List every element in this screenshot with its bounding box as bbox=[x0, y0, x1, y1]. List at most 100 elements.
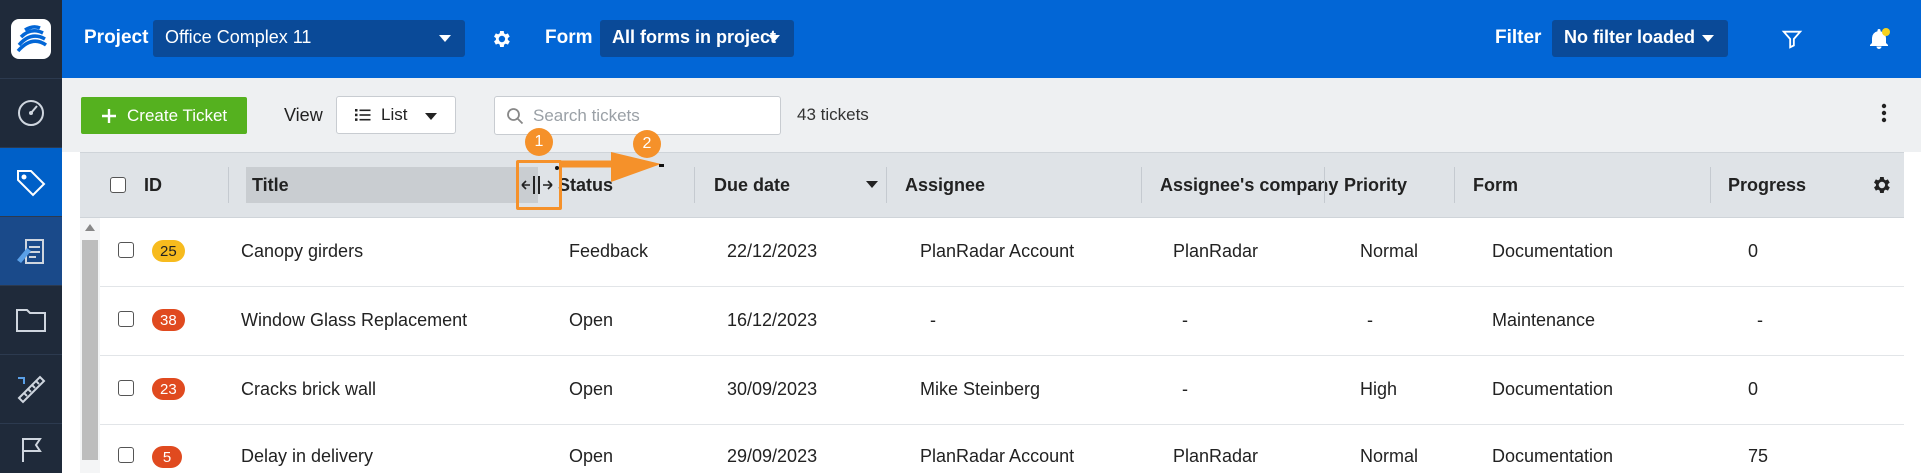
ticket-progress: 0 bbox=[1748, 241, 1759, 261]
form-select-value: All forms in project bbox=[612, 27, 777, 47]
filter-select[interactable]: No filter loaded bbox=[1552, 20, 1728, 57]
gear-icon bbox=[1874, 177, 1890, 193]
search-input[interactable] bbox=[533, 105, 773, 127]
ticket-toolbar: Create Ticket View List 43 tickets bbox=[62, 78, 1921, 152]
ticket-due-date: 16/12/2023 bbox=[727, 310, 818, 330]
form-select[interactable]: All forms in project bbox=[600, 20, 794, 57]
ticket-company: - bbox=[1182, 379, 1188, 399]
ticket-id-badge: 5 bbox=[152, 446, 182, 468]
ticket-id-badge: 38 bbox=[152, 309, 185, 331]
column-header-assignee[interactable]: Assignee bbox=[905, 153, 985, 217]
ticket-form: Maintenance bbox=[1492, 310, 1596, 330]
ticket-form: Documentation bbox=[1492, 379, 1614, 399]
table-row[interactable]: 38 Window Glass Replacement Open 16/12/2… bbox=[100, 287, 1904, 356]
chevron-down-icon bbox=[425, 113, 437, 120]
gear-icon bbox=[494, 31, 510, 47]
column-header-priority[interactable]: Priority bbox=[1344, 153, 1407, 217]
column-separator[interactable] bbox=[1141, 167, 1142, 203]
ticket-due-date: 29/09/2023 bbox=[727, 446, 818, 466]
column-header-id[interactable]: ID bbox=[144, 153, 162, 217]
table-row[interactable]: 23 Cracks brick wall Open 30/09/2023 Mik… bbox=[100, 356, 1904, 425]
row-checkbox[interactable] bbox=[118, 242, 134, 263]
view-label: View bbox=[284, 105, 323, 125]
sidebar-item-forms[interactable] bbox=[0, 216, 62, 285]
project-select[interactable]: Office Complex 11 bbox=[153, 20, 465, 57]
create-ticket-label: Create Ticket bbox=[127, 105, 228, 125]
ticket-title[interactable]: Delay in delivery bbox=[241, 446, 373, 467]
title-column-highlight bbox=[246, 167, 538, 203]
ticket-id-badge: 23 bbox=[152, 378, 185, 400]
create-ticket-button[interactable]: Create Ticket bbox=[81, 97, 247, 134]
column-header-title[interactable]: Title bbox=[252, 153, 289, 217]
ticket-form: Documentation bbox=[1492, 241, 1614, 261]
plus-icon bbox=[102, 108, 116, 123]
filter-label: Filter bbox=[1495, 27, 1542, 48]
view-select-value: List bbox=[381, 105, 408, 124]
filter-select-value: No filter loaded bbox=[1564, 27, 1696, 47]
column-separator[interactable] bbox=[694, 167, 695, 203]
chevron-down-icon bbox=[439, 35, 451, 42]
sidebar-item-dashboard[interactable] bbox=[0, 78, 62, 147]
project-settings-button[interactable] bbox=[488, 26, 514, 52]
ticket-progress: 75 bbox=[1748, 446, 1769, 466]
sort-descending-button[interactable] bbox=[866, 153, 878, 217]
bell-icon bbox=[1870, 28, 1890, 49]
column-separator[interactable] bbox=[1324, 167, 1325, 203]
column-separator[interactable] bbox=[1454, 167, 1455, 203]
column-separator[interactable] bbox=[1710, 167, 1711, 203]
table-row[interactable]: 5 Delay in delivery Open 29/09/2023 Plan… bbox=[100, 425, 1904, 473]
checkbox[interactable] bbox=[110, 177, 126, 193]
logo-icon bbox=[11, 19, 51, 59]
column-header-form[interactable]: Form bbox=[1473, 153, 1518, 217]
ticket-id-badge: 25 bbox=[152, 240, 185, 262]
kebab-menu-icon bbox=[1881, 103, 1887, 123]
notifications-button[interactable] bbox=[1866, 26, 1892, 52]
sidebar-item-plans[interactable] bbox=[0, 354, 62, 423]
column-header-due-date[interactable]: Due date bbox=[714, 153, 790, 217]
sidebar-item-documents[interactable] bbox=[0, 285, 62, 354]
ticket-form: Documentation bbox=[1492, 446, 1614, 466]
ticket-title[interactable]: Canopy girders bbox=[241, 241, 363, 262]
sidebar-item-milestones[interactable] bbox=[0, 423, 62, 473]
chevron-down-icon bbox=[1702, 35, 1714, 42]
ticket-assignee: - bbox=[930, 310, 936, 330]
column-header-assignees-company[interactable]: Assignee's company bbox=[1160, 153, 1338, 217]
dashboard-icon bbox=[18, 100, 44, 126]
select-all-checkbox[interactable] bbox=[110, 153, 126, 217]
column-header-progress[interactable]: Progress bbox=[1728, 153, 1806, 217]
row-checkbox[interactable] bbox=[118, 380, 134, 401]
ticket-title[interactable]: Window Glass Replacement bbox=[241, 310, 467, 331]
sidebar-item-tickets[interactable] bbox=[0, 147, 62, 216]
ticket-status: Open bbox=[569, 446, 614, 466]
ticket-status: Open bbox=[569, 379, 614, 399]
column-separator[interactable] bbox=[886, 167, 887, 203]
scrollbar-thumb[interactable] bbox=[82, 240, 98, 460]
ticket-company: - bbox=[1182, 310, 1188, 330]
tickets-icon bbox=[17, 170, 46, 197]
ticket-due-date: 22/12/2023 bbox=[727, 241, 818, 261]
view-select[interactable]: List bbox=[336, 96, 456, 134]
drag-arrow bbox=[555, 152, 664, 182]
table-row[interactable]: 25 Canopy girders Feedback 22/12/2023 Pl… bbox=[100, 218, 1904, 287]
column-separator[interactable] bbox=[228, 167, 229, 203]
filter-funnel-icon bbox=[1781, 30, 1803, 49]
row-checkbox[interactable] bbox=[118, 447, 134, 468]
forms-icon bbox=[17, 239, 44, 264]
search-icon bbox=[507, 108, 524, 125]
ticket-title[interactable]: Cracks brick wall bbox=[241, 379, 376, 400]
table-scrollbar[interactable] bbox=[80, 218, 100, 473]
ticket-priority: High bbox=[1360, 379, 1398, 399]
column-settings-button[interactable] bbox=[1870, 153, 1892, 217]
ticket-assignee: Mike Steinberg bbox=[920, 379, 1041, 399]
filter-button[interactable] bbox=[1779, 26, 1805, 52]
ticket-count: 43 tickets bbox=[797, 105, 869, 124]
ticket-priority: Normal bbox=[1360, 446, 1419, 466]
scroll-up-icon[interactable] bbox=[85, 224, 95, 231]
row-checkbox[interactable] bbox=[118, 311, 134, 332]
more-options-button[interactable] bbox=[1881, 102, 1887, 129]
list-icon bbox=[355, 109, 371, 121]
ticket-table: 25 Canopy girders Feedback 22/12/2023 Pl… bbox=[80, 218, 1904, 473]
logo[interactable] bbox=[0, 0, 62, 78]
ticket-assignee: PlanRadar Account bbox=[920, 446, 1075, 466]
ticket-assignee: PlanRadar Account bbox=[920, 241, 1075, 261]
